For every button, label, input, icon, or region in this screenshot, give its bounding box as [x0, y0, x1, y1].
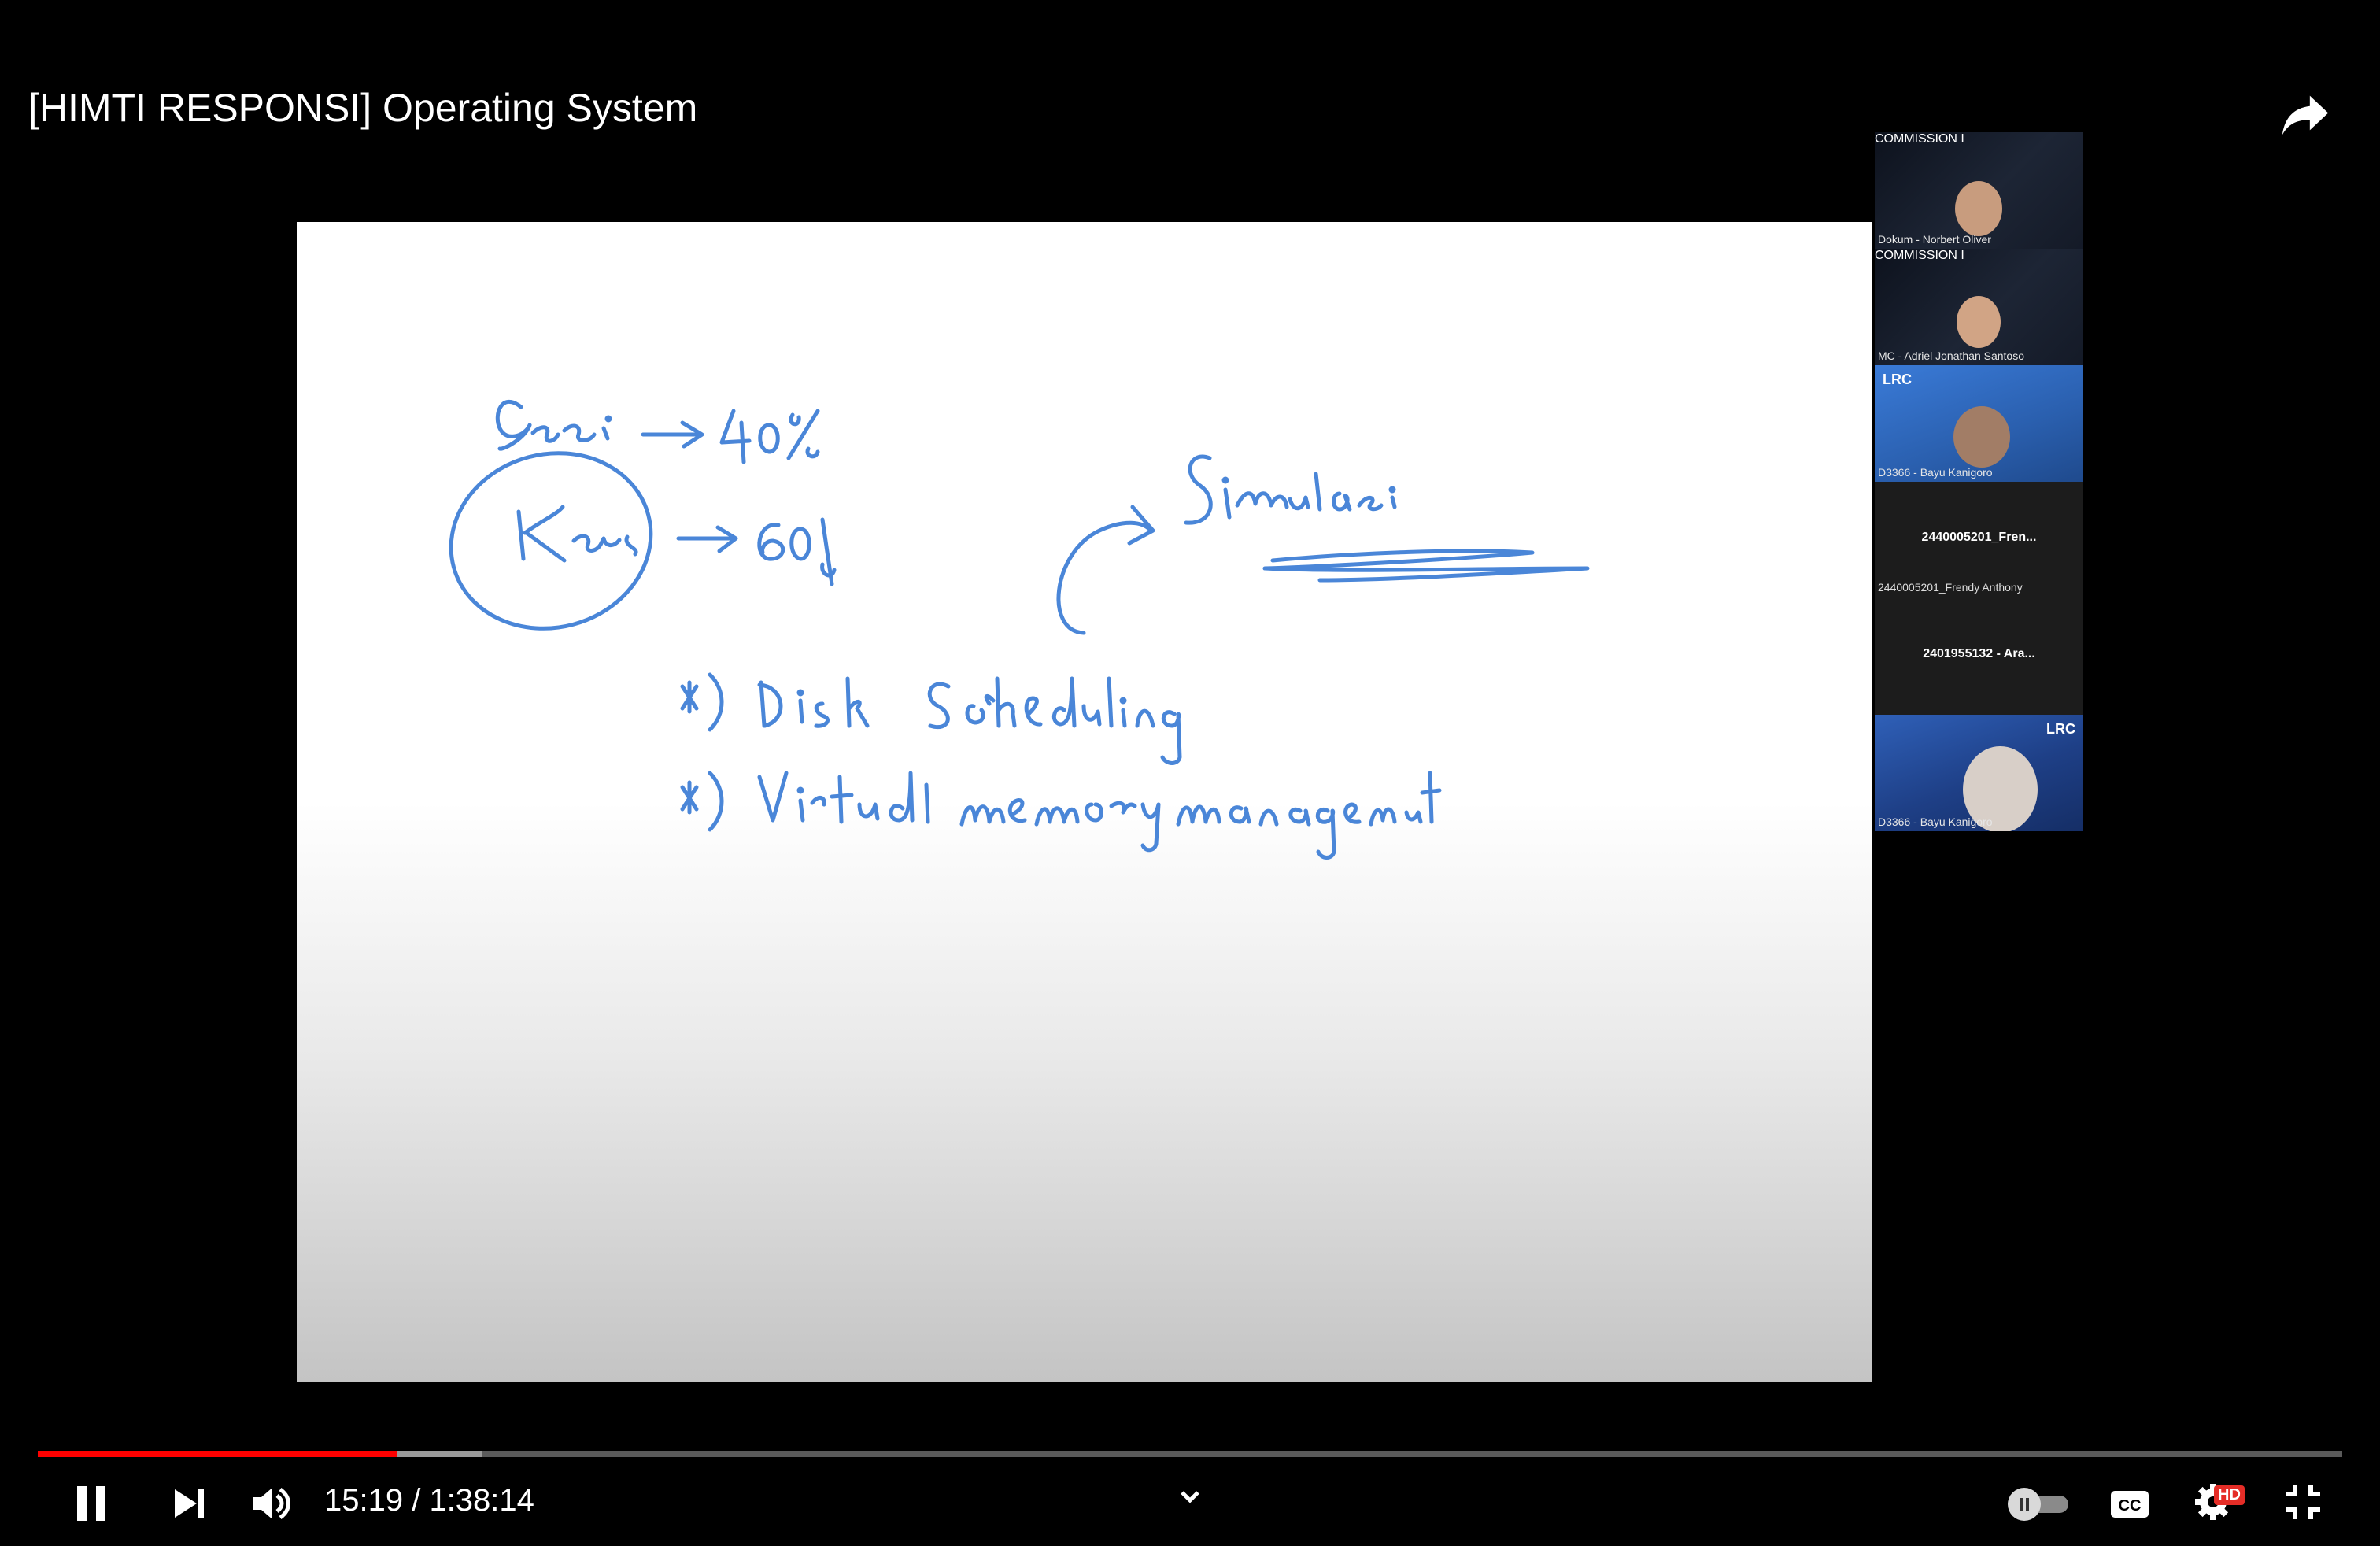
played-bar: [38, 1451, 397, 1457]
time-display: 15:19 / 1:38:14: [324, 1483, 534, 1518]
lrc-logo: LRC: [1883, 372, 1912, 387]
participant-video: [1957, 296, 2001, 348]
participant-name: Dokum - Norbert Oliver: [1878, 233, 1991, 246]
participant-tile[interactable]: 2440005201_Fren... 2440005201_Frendy Ant…: [1875, 482, 2083, 598]
progress-bar[interactable]: [38, 1451, 2342, 1457]
cc-icon[interactable]: CC: [2108, 1485, 2152, 1522]
participant-name: D3366 - Bayu Kanigoro: [1878, 816, 1993, 828]
chevron-down-icon[interactable]: [1177, 1486, 1203, 1508]
brand-label: COMMISSION I: [1875, 249, 1964, 262]
handwriting: [449, 400, 1590, 860]
participant-tile[interactable]: COMMISSION I MC - Adriel Jonathan Santos…: [1875, 249, 2083, 365]
participant-tile[interactable]: LRC D3366 - Bayu Kanigoro: [1875, 365, 2083, 482]
participant-tile[interactable]: COMMISSION I Dokum - Norbert Oliver: [1875, 132, 2083, 249]
volume-icon[interactable]: [250, 1483, 296, 1524]
participant-video: [1955, 181, 2002, 236]
participant-name: 2440005201_Fren...: [1921, 531, 2037, 544]
participant-name: MC - Adriel Jonathan Santoso: [1878, 350, 2024, 362]
participant-tile[interactable]: 2401955132 - Ara...: [1875, 598, 2083, 715]
participant-panel: COMMISSION I Dokum - Norbert Oliver COMM…: [1875, 132, 2083, 831]
whiteboard-slide: [297, 222, 1872, 1382]
share-icon[interactable]: [2278, 87, 2333, 142]
participant-video: [1953, 406, 2010, 468]
lrc-logo: LRC: [2046, 721, 2075, 737]
participant-name: 2401955132 - Ara...: [1923, 647, 2035, 660]
exit-fullscreen-icon[interactable]: [2281, 1480, 2325, 1524]
video-title: [HIMTI RESPONSI] Operating System: [28, 86, 698, 130]
brand-label: COMMISSION I: [1875, 132, 1964, 146]
hd-badge: HD: [2214, 1485, 2245, 1505]
pause-icon[interactable]: [72, 1481, 112, 1526]
participant-name: D3366 - Bayu Kanigoro: [1878, 466, 1993, 479]
next-icon[interactable]: [168, 1485, 209, 1522]
svg-text:CC: CC: [2119, 1497, 2142, 1515]
participant-tile[interactable]: LRC D3366 - Bayu Kanigoro: [1875, 715, 2083, 831]
autoplay-toggle-icon[interactable]: [2005, 1485, 2073, 1522]
participant-fullname: 2440005201_Frendy Anthony: [1878, 581, 2023, 594]
